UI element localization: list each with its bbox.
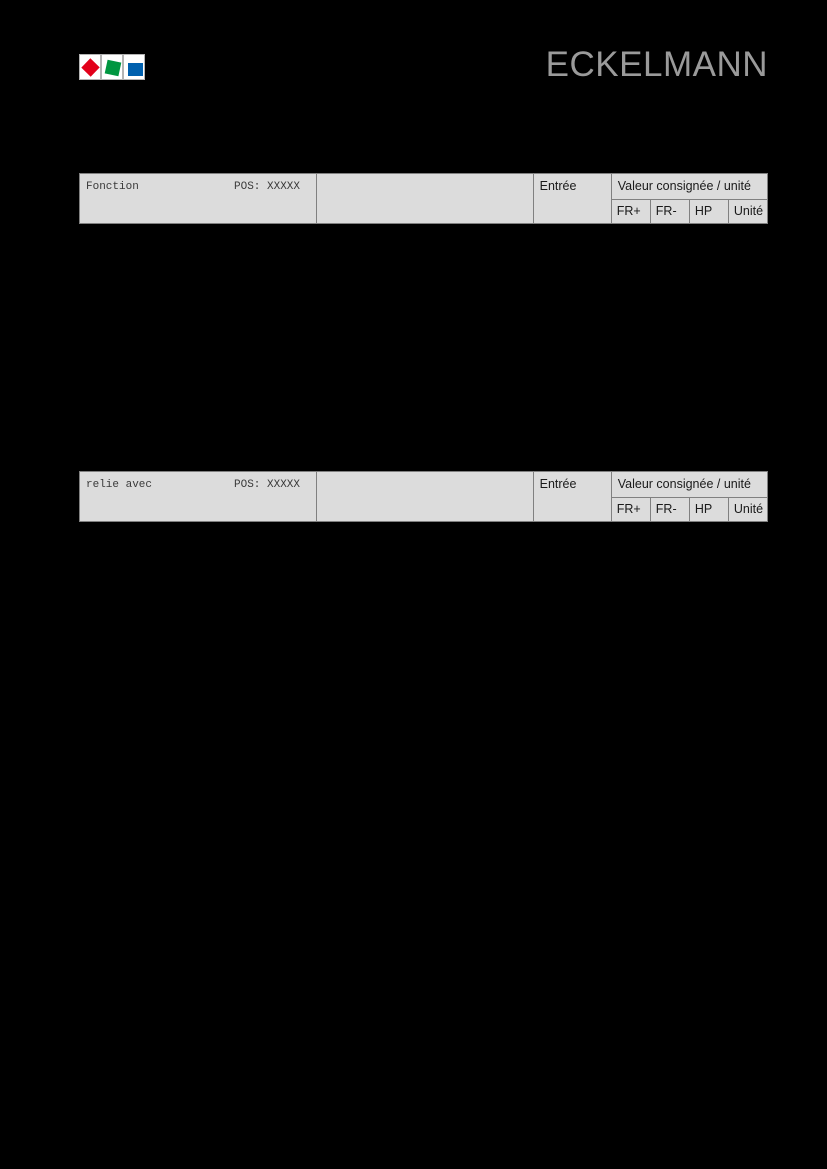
subcolumn-unite-label: Unité xyxy=(733,204,764,218)
subcolumn-frminus-label: FR- xyxy=(655,204,677,218)
subcolumn-hp-label: HP xyxy=(694,204,713,218)
table-row: Fonction POS: XXXXX Entrée Valeur consig… xyxy=(78,173,769,224)
subcolumn-hp-label: HP xyxy=(694,502,713,516)
linked-title: relie avec xyxy=(86,479,153,491)
function-description-cell xyxy=(316,173,534,224)
setpoint-group-header: Valeur consignée / unité xyxy=(617,179,751,193)
logo-tile-green xyxy=(101,54,123,80)
linked-description-cell xyxy=(316,471,534,522)
entree-header-cell: Entrée xyxy=(532,471,612,522)
red-diamond-icon xyxy=(81,58,100,77)
function-title: Fonction xyxy=(86,181,139,193)
subcolumn-frminus-cell: FR- xyxy=(649,497,690,522)
subcolumn-unite-cell: Unité xyxy=(727,497,769,522)
setpoint-group-header: Valeur consignée / unité xyxy=(617,477,751,491)
subcolumn-frplus-cell: FR+ xyxy=(610,497,651,522)
subcolumn-hp-cell: HP xyxy=(688,199,729,224)
function-title-line: Fonction POS: XXXXX xyxy=(86,180,310,194)
subcolumn-frminus-cell: FR- xyxy=(649,199,690,224)
function-table: Fonction POS: XXXXX Entrée Valeur consig… xyxy=(78,173,769,224)
subcolumn-frplus-cell: FR+ xyxy=(610,199,651,224)
logo-tile-blue xyxy=(123,54,145,80)
subcolumn-frminus-label: FR- xyxy=(655,502,677,516)
subcolumn-unite-cell: Unité xyxy=(727,199,769,224)
subcolumn-frplus-label: FR+ xyxy=(616,502,641,516)
linked-title-cell: relie avec POS: XXXXX xyxy=(78,471,318,522)
table-row: relie avec POS: XXXXX Entrée Valeur cons… xyxy=(78,471,769,522)
page-header: ECKELMANN xyxy=(0,0,827,150)
brand-wordmark: ECKELMANN xyxy=(545,45,768,84)
linked-title-line: relie avec POS: XXXXX xyxy=(86,478,310,492)
subcolumn-unite-label: Unité xyxy=(733,502,764,516)
entree-header-cell: Entrée xyxy=(532,173,612,224)
subcolumn-hp-cell: HP xyxy=(688,497,729,522)
logo-tile-red xyxy=(79,54,101,80)
blue-square-icon xyxy=(128,63,143,76)
entree-header: Entrée xyxy=(539,477,577,491)
green-square-icon xyxy=(104,59,122,77)
setpoint-group-header-cell: Valeur consignée / unité xyxy=(610,471,769,498)
function-title-cell: Fonction POS: XXXXX xyxy=(78,173,318,224)
entree-header: Entrée xyxy=(539,179,577,193)
subcolumn-frplus-label: FR+ xyxy=(616,204,641,218)
linked-pos-label: POS: XXXXX xyxy=(234,479,301,491)
linked-table: relie avec POS: XXXXX Entrée Valeur cons… xyxy=(78,471,769,522)
setpoint-group-header-cell: Valeur consignée / unité xyxy=(610,173,769,200)
eckelmann-logo xyxy=(79,54,145,80)
function-pos-label: POS: XXXXX xyxy=(234,181,301,193)
